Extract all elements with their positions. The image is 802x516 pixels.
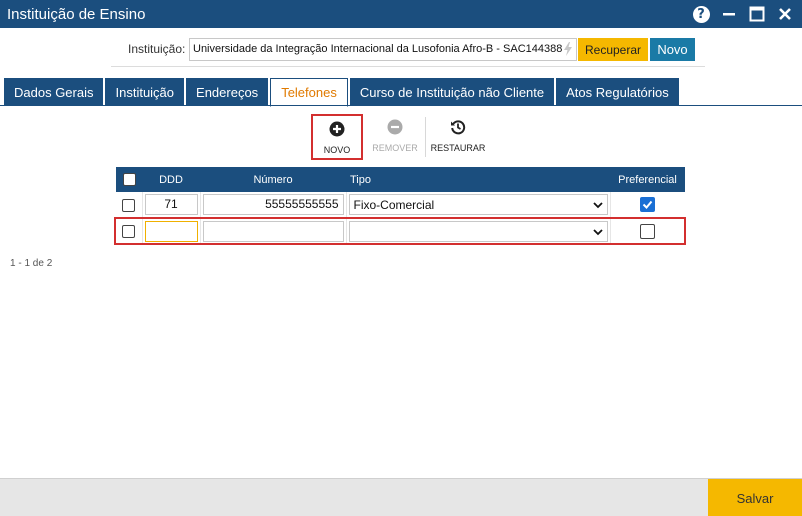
- select-all-checkbox[interactable]: [122, 173, 136, 186]
- close-icon: [779, 8, 791, 20]
- preferencial-checkbox[interactable]: [640, 196, 656, 212]
- novo-label: NOVO: [323, 145, 351, 155]
- column-header-numero[interactable]: Número: [200, 167, 346, 192]
- numero-input[interactable]: 55555555555: [202, 194, 344, 216]
- institution-field[interactable]: Universidade da Integração Internacional…: [189, 38, 577, 61]
- tipo-cell: [346, 218, 611, 245]
- row-select-cell: [116, 218, 143, 245]
- minimize-button[interactable]: [718, 3, 740, 25]
- remover-label: REMOVER: [372, 143, 418, 153]
- tipo-select[interactable]: Fixo-Comercial: [348, 194, 608, 216]
- tipo-select-value: Fixo-Comercial: [353, 198, 435, 213]
- column-header-tipo[interactable]: Tipo: [346, 167, 610, 192]
- numero-input[interactable]: [202, 220, 344, 242]
- plus-circle-icon: [329, 121, 345, 137]
- footer-bar: Salvar: [0, 478, 802, 516]
- minus-circle-icon: [387, 119, 403, 135]
- minimize-icon: [723, 13, 735, 16]
- tab-telefones[interactable]: Telefones: [270, 78, 348, 107]
- select-all-header: [116, 167, 142, 192]
- table-row: [116, 218, 685, 245]
- close-button[interactable]: [774, 3, 796, 25]
- tab-curso-instituicao-nao-cliente[interactable]: Curso de Instituição não Cliente: [349, 78, 555, 106]
- help-button[interactable]: ?: [690, 3, 712, 25]
- preferencial-cell: [610, 218, 685, 245]
- row-select-cell: [116, 192, 143, 219]
- ddd-input[interactable]: 71: [144, 194, 198, 216]
- pager-text: 1 - 1 de 2: [10, 258, 53, 269]
- institution-label: Instituição:: [128, 42, 186, 56]
- lightning-icon[interactable]: [560, 41, 576, 57]
- preferencial-cell: [610, 192, 685, 219]
- recuperar-button[interactable]: Recuperar: [578, 38, 648, 61]
- tab-underline: [0, 105, 802, 106]
- ddd-cell: 71: [142, 192, 201, 219]
- restaurar-button[interactable]: RESTAURAR: [426, 114, 490, 160]
- chevron-down-icon: [592, 228, 603, 235]
- maximize-button[interactable]: [746, 3, 768, 25]
- check-icon: [643, 200, 653, 209]
- maximize-icon: [749, 6, 765, 22]
- ddd-cell: [142, 218, 201, 245]
- column-header-ddd[interactable]: DDD: [142, 167, 200, 192]
- window-title: Instituição de Ensino: [7, 5, 146, 23]
- tab-enderecos[interactable]: Endereços: [186, 78, 269, 106]
- salvar-button[interactable]: Salvar: [708, 479, 802, 516]
- tipo-cell: Fixo-Comercial: [346, 192, 611, 219]
- column-header-preferencial[interactable]: Preferencial: [610, 167, 685, 192]
- grid-header-row: DDD Número Tipo Preferencial: [116, 167, 685, 192]
- row-select-checkbox[interactable]: [122, 198, 136, 212]
- help-icon: ?: [692, 5, 710, 23]
- restaurar-label: RESTAURAR: [430, 143, 486, 153]
- telefones-grid: DDD Número Tipo Preferencial 71 55555555…: [116, 167, 685, 245]
- tab-dados-gerais[interactable]: Dados Gerais: [4, 78, 104, 106]
- numero-cell: [200, 218, 347, 245]
- preferencial-checkbox[interactable]: [640, 223, 656, 239]
- novo-institution-button[interactable]: Novo: [650, 38, 695, 61]
- row-select-checkbox[interactable]: [122, 225, 136, 239]
- institution-divider: [111, 66, 705, 67]
- numero-cell: 55555555555: [200, 192, 347, 219]
- grid-toolbar: NOVO REMOVER RESTAURAR: [311, 114, 490, 160]
- remover-button[interactable]: REMOVER: [365, 114, 425, 160]
- window-title-bar: Instituição de Ensino ?: [0, 0, 802, 28]
- novo-button[interactable]: NOVO: [311, 114, 363, 160]
- tab-atos-regulatorios[interactable]: Atos Regulatórios: [556, 78, 679, 106]
- restore-history-icon: [451, 120, 466, 135]
- chevron-down-icon: [592, 202, 603, 209]
- tab-instituicao[interactable]: Instituição: [105, 78, 185, 106]
- table-row: 71 55555555555 Fixo-Comercial: [116, 192, 685, 219]
- ddd-input[interactable]: [144, 220, 198, 242]
- institution-row: Instituição: Universidade da Integração …: [0, 38, 802, 62]
- tipo-select[interactable]: [348, 220, 608, 242]
- tab-bar: Dados Gerais Instituição Endereços Telef…: [4, 78, 681, 107]
